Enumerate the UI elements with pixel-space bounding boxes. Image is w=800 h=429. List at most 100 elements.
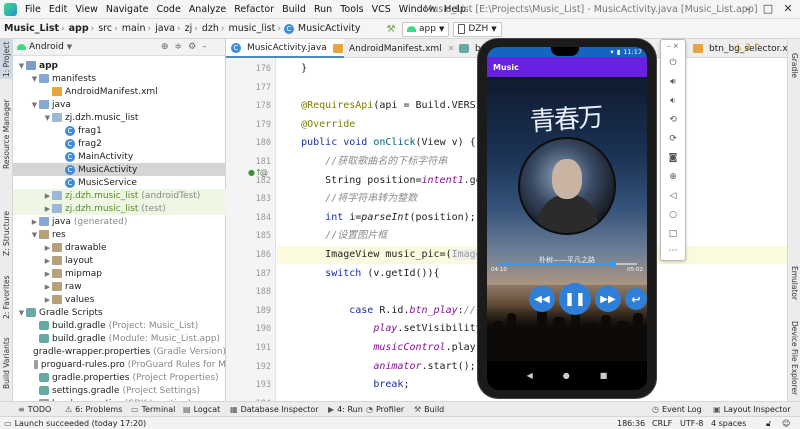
- back-button[interactable]: ↩: [625, 288, 647, 310]
- tree-item[interactable]: ▼ zj.dzh.music_list: [13, 111, 226, 124]
- tool-window-event-log[interactable]: ◷ Event Log: [652, 402, 702, 417]
- menu-edit[interactable]: Edit: [45, 4, 71, 15]
- volume-up-icon[interactable]: 🔊︎: [661, 77, 685, 87]
- globe-icon[interactable]: ⊕: [161, 42, 169, 52]
- tree-item[interactable]: C MainActivity: [13, 150, 226, 163]
- menu-tools[interactable]: Tools: [336, 4, 367, 15]
- breadcrumb-item[interactable]: src: [94, 23, 114, 34]
- chevron-right-icon[interactable]: ▶: [43, 205, 52, 213]
- device-file-explorer-tab[interactable]: Device File Explorer: [788, 315, 800, 401]
- tree-item[interactable]: gradle-wrapper.properties (Gradle Version…: [13, 345, 226, 358]
- maximize-icon[interactable]: □: [760, 2, 776, 16]
- tool-window-layout-inspector[interactable]: ▣ Layout Inspector: [713, 402, 791, 417]
- breadcrumb-item[interactable]: Music_List: [0, 23, 61, 34]
- run-config-select[interactable]: app ▼: [402, 21, 450, 37]
- minimize-icon[interactable]: –: [740, 2, 756, 16]
- tree-item[interactable]: ▼ manifests: [13, 72, 226, 85]
- breadcrumb-item[interactable]: java: [151, 23, 177, 34]
- tool-window-logcat[interactable]: ▤ Logcat: [183, 402, 220, 417]
- next-button[interactable]: ▶▶: [595, 286, 621, 312]
- caret-position[interactable]: 186:36: [617, 417, 645, 429]
- tree-item[interactable]: ▶ mipmap: [13, 267, 226, 280]
- chevron-down-icon[interactable]: ▼: [30, 101, 39, 109]
- menu-vcs[interactable]: VCS: [368, 4, 395, 15]
- editor-tab[interactable]: CMusicActivity.java✕: [226, 39, 345, 58]
- back-icon[interactable]: ◁: [661, 191, 685, 201]
- file-encoding[interactable]: UTF-8: [680, 417, 703, 429]
- breadcrumb-item[interactable]: dzh: [198, 23, 221, 34]
- chevron-down-icon[interactable]: ▼: [17, 62, 26, 70]
- tree-item[interactable]: build.gradle (Project: Music_List): [13, 319, 226, 332]
- chevron-down-icon[interactable]: ▼: [43, 114, 52, 122]
- chevron-right-icon[interactable]: ▶: [43, 283, 52, 291]
- tool-window-database-inspector[interactable]: ▦ Database Inspector: [230, 402, 319, 417]
- menu-build[interactable]: Build: [278, 4, 310, 15]
- menu-file[interactable]: File: [21, 4, 45, 15]
- volume-down-icon[interactable]: 🔉︎: [661, 96, 685, 106]
- resource-manager-tab[interactable]: Resource Manager: [0, 89, 13, 179]
- tree-item[interactable]: ▶ values: [13, 293, 226, 306]
- tree-item[interactable]: ▶ java (generated): [13, 215, 226, 228]
- chevron-right-icon[interactable]: ▶: [30, 218, 39, 226]
- nav-back-icon[interactable]: ◀: [527, 371, 533, 380]
- chevron-down-icon[interactable]: ▼: [30, 75, 39, 83]
- menu-run[interactable]: Run: [310, 4, 336, 15]
- tree-item[interactable]: Cfrag2: [13, 137, 226, 150]
- project-view-select[interactable]: Android: [29, 42, 64, 52]
- line-separator[interactable]: CRLF: [652, 417, 672, 429]
- breadcrumb-item[interactable]: main: [118, 23, 148, 34]
- indent-setting[interactable]: 4 spaces: [711, 417, 746, 429]
- tree-item[interactable]: ▶ raw: [13, 280, 226, 293]
- tool-window-todo[interactable]: ≡ TODO: [18, 402, 51, 417]
- tree-item[interactable]: AndroidManifest.xml: [13, 85, 226, 98]
- breadcrumb-item[interactable]: zj: [181, 23, 195, 34]
- seek-bar[interactable]: [497, 261, 637, 267]
- minimize-icon[interactable]: – ×: [661, 42, 685, 50]
- lock-icon[interactable]: 🔓︎: [766, 417, 771, 429]
- tree-item[interactable]: settings.gradle (Project Settings): [13, 384, 226, 397]
- chevron-right-icon[interactable]: ▶: [43, 192, 52, 200]
- play-pause-button[interactable]: ❚❚: [559, 283, 591, 315]
- chevron-down-icon[interactable]: ▼: [17, 309, 26, 317]
- device-select[interactable]: DZH ▼: [453, 21, 502, 37]
- tree-item[interactable]: ▼ app: [13, 59, 226, 72]
- build-variants-tab[interactable]: Build Variants: [0, 331, 13, 395]
- chevron-right-icon[interactable]: ▶: [43, 296, 52, 304]
- structure-tab[interactable]: Z: Structure: [0, 204, 13, 264]
- inspector-icon[interactable]: ☺: [782, 417, 790, 429]
- chevron-right-icon[interactable]: ▶: [43, 257, 52, 265]
- tool-window-profiler[interactable]: ◔ Profiler: [366, 402, 404, 417]
- gear-icon[interactable]: ⚙: [188, 42, 196, 52]
- tree-item[interactable]: ▶ zj.dzh.music_list (test): [13, 202, 226, 215]
- tree-item[interactable]: C MusicService: [13, 176, 226, 189]
- breadcrumb-item[interactable]: MusicActivity: [294, 23, 363, 34]
- close-icon[interactable]: ✕: [780, 2, 796, 16]
- nav-home-icon[interactable]: ●: [563, 371, 570, 380]
- tree-item[interactable]: ▶ zj.dzh.music_list (androidTest): [13, 189, 226, 202]
- menu-view[interactable]: View: [71, 4, 102, 15]
- tree-item[interactable]: ▶ drawable: [13, 241, 226, 254]
- rotate-left-icon[interactable]: ⟲: [661, 115, 685, 125]
- emulator-screen[interactable]: ▾ ▮ 11:17 Music 青春万岁 朴树——平凡之路 04:10 05:0…: [487, 47, 647, 390]
- tool-window-build[interactable]: ⚒ Build: [414, 402, 444, 417]
- tree-item[interactable]: Cfrag1: [13, 124, 226, 137]
- previous-button[interactable]: ◀◀: [529, 286, 555, 312]
- nav-recents-icon[interactable]: ■: [600, 371, 608, 380]
- tree-item[interactable]: gradle.properties (Project Properties): [13, 371, 226, 384]
- camera-icon[interactable]: ◙: [661, 153, 685, 163]
- tree-item[interactable]: ▶ layout: [13, 254, 226, 267]
- menu-code[interactable]: Code: [152, 4, 184, 15]
- chevron-right-icon[interactable]: ▶: [43, 244, 52, 252]
- editor-tab[interactable]: AndroidManifest.xml ✕: [328, 39, 459, 58]
- breadcrumb-item[interactable]: app: [65, 23, 91, 34]
- overview-icon[interactable]: □: [661, 229, 685, 239]
- menu-navigate[interactable]: Navigate: [102, 4, 153, 15]
- menu-analyze[interactable]: Analyze: [185, 4, 230, 15]
- collapse-icon[interactable]: ≑: [175, 42, 183, 52]
- zoom-icon[interactable]: ⊕: [661, 172, 685, 182]
- gradle-tab[interactable]: Gradle: [788, 45, 800, 85]
- tool-window--problems[interactable]: ⚠ 6: Problems: [65, 402, 122, 417]
- favorites-tab[interactable]: 2: Favorites: [0, 267, 13, 327]
- tree-item[interactable]: ▼ Gradle Scripts: [13, 306, 226, 319]
- rotate-right-icon[interactable]: ⟳: [661, 134, 685, 144]
